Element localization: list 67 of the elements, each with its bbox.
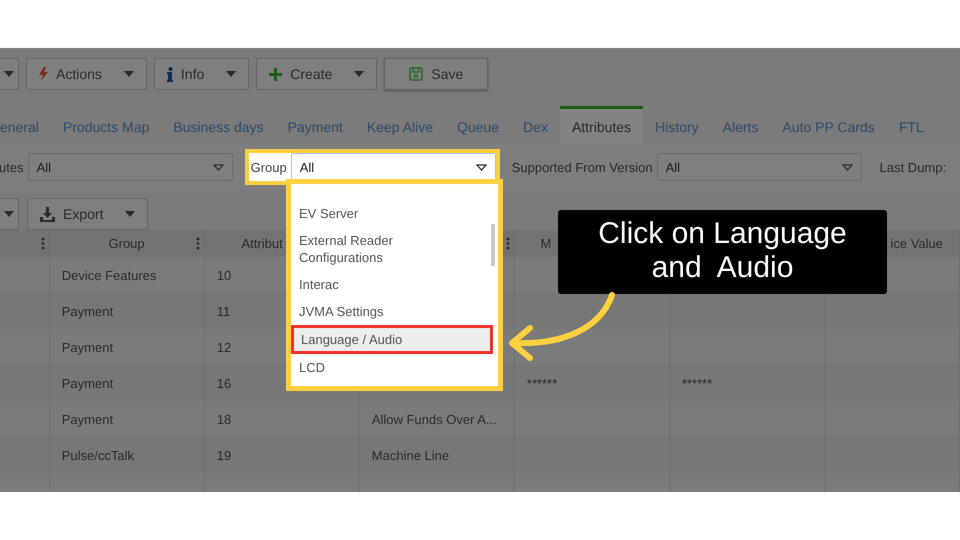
tab[interactable]: Business days xyxy=(161,106,276,144)
table-cell: 11 xyxy=(216,304,230,318)
dropdown-option[interactable]: JVMA Settings xyxy=(291,298,481,325)
dropdown-button[interactable] xyxy=(0,198,19,230)
tab[interactable]: Payment xyxy=(276,106,355,144)
tab[interactable]: eneral xyxy=(0,106,51,144)
table-cell: 16 xyxy=(216,376,232,390)
caret-icon xyxy=(226,71,236,77)
callout-text: Click on Language and Audio xyxy=(558,210,887,294)
column-header: Group xyxy=(108,236,145,251)
column-header: ice Value xyxy=(890,236,943,251)
filter-label: utes xyxy=(0,160,24,174)
dropdown-option[interactable]: Language / Audio xyxy=(291,325,493,354)
select-field[interactable]: All xyxy=(28,153,233,181)
dropdown-button[interactable] xyxy=(0,58,19,90)
menu-button[interactable]: Create xyxy=(256,58,378,90)
table-cell: ****** xyxy=(526,376,558,390)
table-cell: Device Features xyxy=(62,268,156,282)
column-header: Attribut xyxy=(242,236,283,251)
info-icon xyxy=(166,66,173,82)
caret-icon xyxy=(4,71,14,77)
tab[interactable]: FTL xyxy=(886,106,936,144)
caret-icon xyxy=(354,71,364,77)
filter-label: Last Dump: xyxy=(880,160,946,174)
download-icon xyxy=(40,206,55,222)
caret-icon xyxy=(476,164,487,170)
dropdown-option[interactable]: Interac xyxy=(291,271,481,298)
caret-icon xyxy=(4,211,14,217)
table-cell: Machine Line xyxy=(372,448,450,462)
menu-button[interactable]: Actions xyxy=(26,58,147,90)
plus-icon xyxy=(269,68,282,80)
table-cell: Allow Funds Over A... xyxy=(372,412,497,426)
tab[interactable]: Products Map xyxy=(50,106,162,144)
tab[interactable]: Dex xyxy=(511,106,560,144)
table-cell: Pulse/ccTalk xyxy=(62,448,134,462)
tab[interactable]: Attributes xyxy=(560,106,644,144)
table-cell: Payment xyxy=(62,304,114,318)
table-cell: Payment xyxy=(62,376,114,390)
caret-icon xyxy=(842,164,853,170)
select-field[interactable]: All xyxy=(290,153,496,181)
tab[interactable]: Queue xyxy=(445,106,512,144)
caret-icon xyxy=(124,71,134,77)
column-header: M xyxy=(540,236,552,251)
lightning-icon xyxy=(39,67,48,81)
table-cell: 10 xyxy=(216,268,232,282)
table-cell: ****** xyxy=(682,376,712,390)
table-cell: 19 xyxy=(216,448,232,462)
table-cell: 18 xyxy=(216,412,232,426)
table-cell: 12 xyxy=(216,340,232,354)
dropdown-option[interactable]: External Reader Configurations xyxy=(291,227,481,271)
tab[interactable]: Keep Alive xyxy=(354,106,445,144)
tab[interactable]: Alerts xyxy=(710,106,770,144)
dropdown-option[interactable]: EV Server xyxy=(291,200,481,227)
table-cell: Payment xyxy=(62,412,114,426)
dropdown-option[interactable]: LCD xyxy=(291,354,481,381)
menu-button[interactable]: Export xyxy=(27,198,148,230)
caret-icon xyxy=(125,211,136,217)
scrollbar[interactable] xyxy=(491,224,495,266)
filter-label: Supported From Version xyxy=(512,160,653,174)
table-cell: Payment xyxy=(62,340,114,354)
filter-label: Group xyxy=(250,160,287,174)
select-field[interactable]: All xyxy=(656,153,862,181)
tab[interactable]: History xyxy=(643,106,711,144)
save-button[interactable]: Save xyxy=(384,58,488,90)
caret-icon xyxy=(212,164,224,170)
tab[interactable]: Auto PP Cards xyxy=(770,106,887,144)
menu-button[interactable]: Info xyxy=(154,58,250,90)
